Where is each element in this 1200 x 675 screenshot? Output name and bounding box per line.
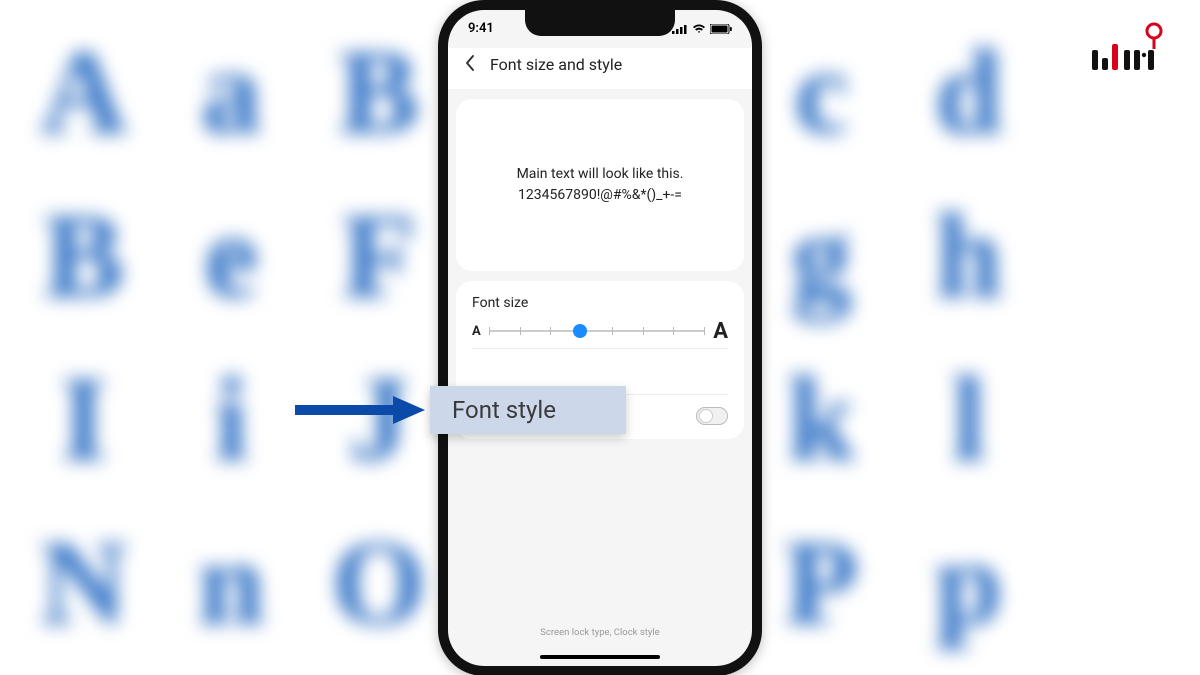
signal-icon	[672, 24, 688, 34]
font-size-slider[interactable]	[489, 321, 705, 341]
status-icons	[672, 24, 732, 34]
preview-line1: Main text will look like this.	[517, 164, 684, 185]
font-style-highlight-label: Font style	[452, 396, 556, 424]
big-a-icon: A	[713, 319, 728, 344]
notch	[525, 10, 675, 36]
bold-font-toggle[interactable]	[696, 407, 728, 425]
page-title: Font size and style	[490, 55, 622, 74]
phone-screen: 9:41 Font size and style Main text will …	[448, 10, 752, 666]
brand-logo	[1082, 20, 1172, 76]
bottom-faint-text: Screen lock type, Clock style	[448, 627, 752, 638]
home-indicator[interactable]	[540, 655, 660, 659]
font-size-label: Font size	[472, 295, 728, 311]
battery-icon	[710, 24, 732, 34]
small-a-icon: A	[472, 324, 481, 339]
wifi-icon	[692, 24, 706, 34]
annotation-arrow-icon	[285, 392, 425, 428]
font-style-highlight: Font style	[430, 386, 626, 434]
preview-line2: 1234567890!@#%&*()_+-=	[518, 185, 682, 206]
back-button[interactable]	[464, 54, 476, 75]
page-header: Font size and style	[448, 48, 752, 89]
font-size-slider-row: A A	[472, 319, 728, 344]
preview-card: Main text will look like this. 123456789…	[456, 99, 744, 271]
phone-frame: 9:41 Font size and style Main text will …	[438, 0, 762, 675]
status-time: 9:41	[468, 21, 494, 36]
